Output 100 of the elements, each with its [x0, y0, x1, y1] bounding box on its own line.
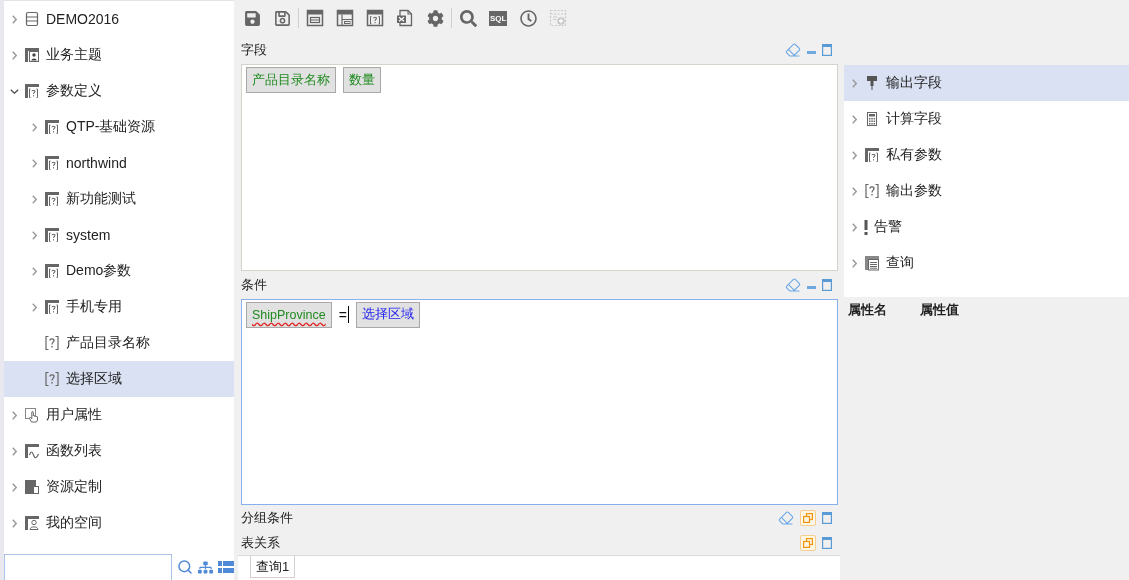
- chevron-right-icon[interactable]: [31, 194, 37, 204]
- pin-icon: [864, 75, 880, 91]
- field-token[interactable]: ShipProvince: [246, 301, 332, 328]
- list-item[interactable]: 查询: [844, 245, 1129, 281]
- list-item[interactable]: 告警: [844, 209, 1129, 245]
- parameter-folder-icon: [44, 119, 60, 135]
- tree-item[interactable]: system: [4, 217, 234, 253]
- tree-item[interactable]: 新功能测试: [4, 181, 234, 217]
- maximize-icon[interactable]: [822, 536, 832, 549]
- spreadsheet-file-icon: [396, 9, 414, 27]
- search-icon: [459, 9, 477, 27]
- window-add-icon: [549, 9, 568, 27]
- chevron-right-icon[interactable]: [31, 122, 37, 132]
- chevron-right-icon[interactable]: [31, 266, 37, 276]
- tree-item[interactable]: 参数定义: [4, 73, 234, 109]
- tree-item[interactable]: 业务主题: [4, 37, 234, 73]
- section-title: 分组条件: [241, 508, 293, 527]
- search-icon[interactable]: [177, 559, 193, 575]
- tree-item[interactable]: 产品目录名称: [4, 325, 234, 361]
- parameter-icon: [44, 371, 60, 387]
- parameter-window-icon: [366, 9, 384, 27]
- chevron-right-icon[interactable]: [851, 222, 857, 232]
- calculator-icon: [864, 111, 880, 127]
- tree-item[interactable]: 用户属性: [4, 397, 234, 433]
- table-layout-icon: [336, 9, 354, 27]
- save-icon: [243, 9, 261, 27]
- tree-item[interactable]: 资源定制: [4, 469, 234, 505]
- section-title: 表关系: [241, 533, 280, 552]
- restore-icon: [803, 537, 813, 548]
- parameter-icon: [44, 335, 60, 351]
- tree-item[interactable]: 我的空间: [4, 505, 234, 541]
- list-item[interactable]: 计算字段: [844, 101, 1129, 137]
- save-as-icon: [273, 9, 291, 27]
- eraser-icon[interactable]: [778, 509, 794, 526]
- chevron-right-icon[interactable]: [11, 446, 17, 456]
- chevron-right-icon[interactable]: [851, 150, 857, 160]
- parameter-folder-icon: [44, 299, 60, 315]
- field-token[interactable]: 产品目录名称: [246, 67, 336, 93]
- tree-item[interactable]: 手机专用: [4, 289, 234, 325]
- query-tab[interactable]: 查询1: [250, 556, 296, 578]
- expression-area[interactable]: 产品目录名称 数量: [241, 64, 838, 271]
- restore-button[interactable]: [800, 534, 816, 551]
- database-icon: [24, 11, 40, 27]
- field-token[interactable]: 数量: [343, 67, 381, 93]
- chevron-right-icon[interactable]: [11, 50, 17, 60]
- window-layout-icon: [306, 9, 324, 27]
- tree-item[interactable]: 选择区域: [4, 361, 234, 397]
- chevron-right-icon[interactable]: [11, 518, 17, 528]
- column-header: 属性名: [848, 301, 888, 319]
- tree-item[interactable]: Demo参数: [4, 253, 234, 289]
- parameter-folder-icon: [24, 83, 40, 99]
- chevron-right-icon[interactable]: [31, 230, 37, 240]
- maximize-icon[interactable]: [822, 44, 832, 56]
- expression-area[interactable]: ShipProvince = 选择区域: [241, 298, 838, 505]
- restore-icon: [803, 512, 813, 523]
- tree-item[interactable]: DEMO2016: [4, 1, 234, 37]
- parameter-folder-icon: [44, 227, 60, 243]
- document-icon: [864, 255, 880, 271]
- eraser-icon[interactable]: [785, 42, 801, 58]
- chevron-right-icon[interactable]: [851, 78, 857, 88]
- parameter-icon: [864, 183, 880, 199]
- tree-item[interactable]: 函数列表: [4, 433, 234, 469]
- settings-icon: [426, 9, 444, 27]
- chevron-down-icon[interactable]: [9, 88, 19, 94]
- chevron-right-icon[interactable]: [11, 482, 17, 492]
- maximize-icon[interactable]: [822, 511, 832, 524]
- exclamation-icon: [864, 219, 868, 235]
- framed-figure-icon: [24, 47, 40, 63]
- chevron-right-icon[interactable]: [31, 158, 37, 168]
- parameter-folder-icon: [864, 147, 880, 163]
- column-header: 属性值: [920, 301, 960, 319]
- parameter-folder-icon: [44, 191, 60, 207]
- chevron-right-icon[interactable]: [11, 14, 17, 24]
- chevron-right-icon[interactable]: [851, 186, 857, 196]
- list-item[interactable]: 私有参数: [844, 137, 1129, 173]
- clock-icon: [519, 9, 537, 27]
- hand-pointer-icon: [24, 407, 40, 423]
- tree-item[interactable]: QTP-基础资源: [4, 109, 234, 145]
- maximize-icon[interactable]: [822, 278, 832, 291]
- list-item[interactable]: 输出字段: [844, 65, 1129, 101]
- user-folder-icon: [24, 515, 40, 531]
- chevron-right-icon[interactable]: [11, 410, 17, 420]
- section-title: 条件: [241, 275, 267, 294]
- chevron-right-icon[interactable]: [851, 258, 857, 268]
- list-view-icon[interactable]: [218, 561, 234, 573]
- section-title: 字段: [241, 41, 267, 59]
- eraser-icon[interactable]: [785, 276, 801, 293]
- resource-folder-icon: [24, 479, 40, 495]
- tree-item[interactable]: northwind: [4, 145, 234, 181]
- chevron-right-icon[interactable]: [31, 302, 37, 312]
- chevron-right-icon[interactable]: [851, 114, 857, 124]
- minimize-icon[interactable]: [807, 285, 816, 289]
- restore-button[interactable]: [800, 509, 816, 526]
- tree-view-icon[interactable]: [198, 559, 213, 575]
- search-input[interactable]: [4, 554, 172, 580]
- sql-button[interactable]: SQL: [489, 10, 508, 26]
- list-item[interactable]: 输出参数: [844, 173, 1129, 209]
- parameter-token[interactable]: 选择区域: [355, 301, 420, 328]
- parameter-folder-icon: [44, 155, 60, 171]
- operator-text: =: [338, 306, 347, 323]
